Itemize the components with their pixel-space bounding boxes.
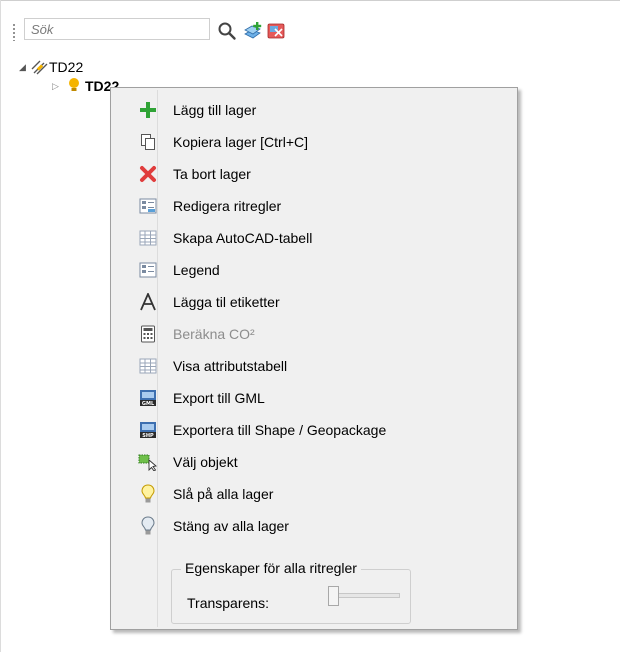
- toolbar: [0, 1, 620, 47]
- transparency-slider[interactable]: [328, 586, 400, 606]
- expand-arrow-icon[interactable]: ▷: [52, 81, 64, 92]
- menu-item-label: Slå på alla lager: [173, 486, 274, 502]
- plus-icon: [138, 100, 158, 120]
- toolbar-grip[interactable]: [13, 23, 15, 41]
- left-border: [0, 0, 1, 652]
- menu-item-label: Kopiera lager [Ctrl+C]: [173, 134, 309, 150]
- add-layer-icon[interactable]: [243, 21, 263, 41]
- menu-item-calculate-co2[interactable]: Beräkna CO²: [113, 318, 515, 350]
- map-layer-group-icon: [31, 60, 48, 75]
- menu-item-label: Ta bort lager: [173, 166, 251, 182]
- label-icon: [138, 292, 158, 312]
- gml-export-icon: GML: [138, 388, 158, 408]
- search-box: [24, 18, 210, 40]
- context-menu: Lägg till lager Kopiera lager [Ctrl+C] T…: [110, 87, 518, 630]
- menu-item-turn-on-all-layers[interactable]: Slå på alla lager: [113, 478, 515, 510]
- shp-export-icon: SHP: [138, 420, 158, 440]
- style-rules-icon: [138, 196, 158, 216]
- search-icon[interactable]: [217, 21, 237, 41]
- menu-item-create-autocad-table[interactable]: Skapa AutoCAD-tabell: [113, 222, 515, 254]
- bulb-on-icon: [138, 484, 158, 504]
- legend-icon: [138, 260, 158, 280]
- svg-text:SHP: SHP: [142, 433, 154, 439]
- attribute-table-icon: [138, 356, 158, 376]
- tree-root-label: TD22: [49, 59, 84, 75]
- delete-icon: [138, 164, 158, 184]
- copy-icon: [138, 132, 158, 152]
- remove-map-icon[interactable]: [266, 21, 286, 41]
- menu-item-label: Skapa AutoCAD-tabell: [173, 230, 313, 246]
- menu-item-turn-off-all-layers[interactable]: Stäng av alla lager: [113, 510, 515, 542]
- menu-item-label: Redigera ritregler: [173, 198, 282, 214]
- menu-item-label: Stäng av alla lager: [173, 518, 289, 534]
- menu-item-legend[interactable]: Legend: [113, 254, 515, 286]
- menu-item-label: Lägga til etiketter: [173, 294, 280, 310]
- bulb-on-icon[interactable]: [66, 77, 82, 95]
- menu-item-copy-layer[interactable]: Kopiera lager [Ctrl+C]: [113, 126, 515, 158]
- menu-item-label: Legend: [173, 262, 220, 278]
- transparency-label: Transparens:: [187, 595, 269, 611]
- menu-item-edit-style-rules[interactable]: Redigera ritregler: [113, 190, 515, 222]
- search-input[interactable]: [25, 19, 209, 39]
- menu-item-select-objects[interactable]: Välj objekt: [113, 446, 515, 478]
- slider-track[interactable]: [330, 593, 400, 598]
- menu-item-label: Välj objekt: [173, 454, 238, 470]
- menu-item-add-layer[interactable]: Lägg till lager: [113, 94, 515, 126]
- svg-text:GML: GML: [142, 401, 155, 407]
- menu-item-label: Lägg till lager: [173, 102, 257, 118]
- menu-item-delete-layer[interactable]: Ta bort lager: [113, 158, 515, 190]
- menu-item-label: Beräkna CO²: [173, 326, 255, 342]
- menu-item-export-gml[interactable]: GML Export till GML: [113, 382, 515, 414]
- select-objects-icon: [138, 452, 158, 472]
- menu-item-show-attribute-table[interactable]: Visa attributstabell: [113, 350, 515, 382]
- calculator-icon: [138, 324, 158, 344]
- tree-root-node[interactable]: ◢ TD22: [19, 58, 83, 76]
- table-icon: [138, 228, 158, 248]
- menu-item-label: Export till GML: [173, 390, 265, 406]
- slider-thumb[interactable]: [328, 586, 339, 606]
- group-title: Egenskaper för alla ritregler: [181, 560, 361, 576]
- menu-item-export-shape-geopackage[interactable]: SHP Exportera till Shape / Geopackage: [113, 414, 515, 446]
- menu-item-add-labels[interactable]: Lägga til etiketter: [113, 286, 515, 318]
- menu-item-label: Exportera till Shape / Geopackage: [173, 422, 387, 438]
- bulb-off-icon: [138, 516, 158, 536]
- collapse-arrow-icon[interactable]: ◢: [19, 62, 31, 73]
- menu-item-label: Visa attributstabell: [173, 358, 288, 374]
